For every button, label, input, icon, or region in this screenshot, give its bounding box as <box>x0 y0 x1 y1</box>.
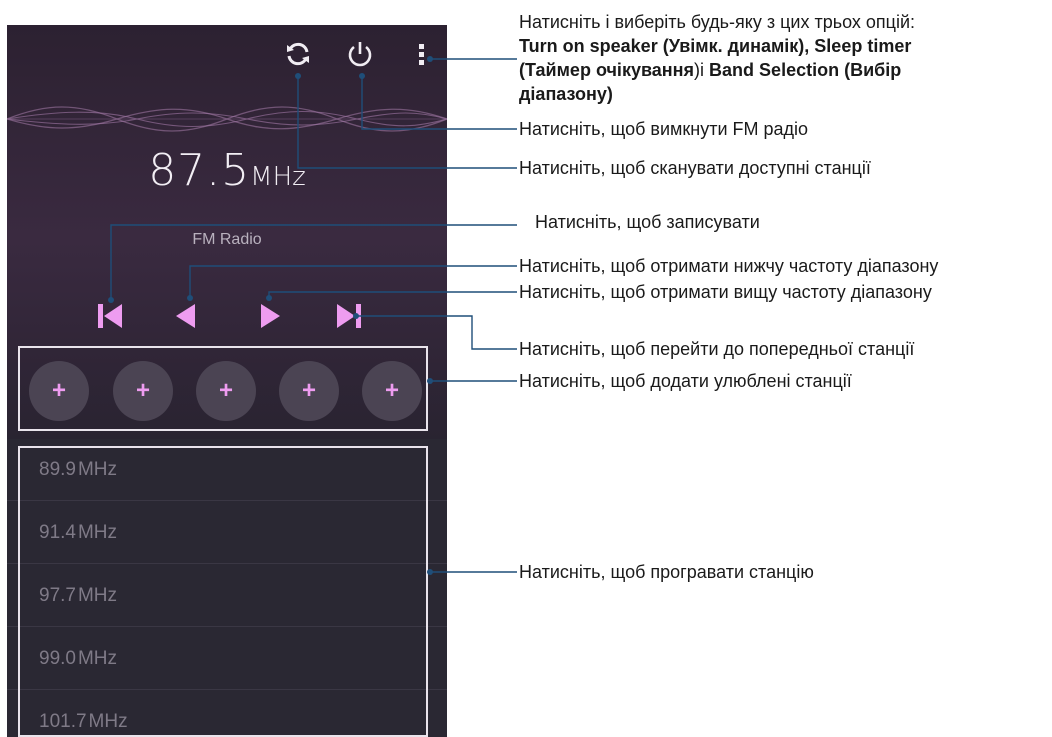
station-unit: MHz <box>77 521 118 543</box>
more-vertical-icon <box>412 39 432 74</box>
station-item[interactable]: 99.0 MHz <box>7 628 447 690</box>
favorites-callout: Натисніть, щоб додати улюблені станції <box>519 371 852 391</box>
station-unit: MHz <box>77 584 118 606</box>
record-button[interactable] <box>94 301 128 331</box>
higher-callout: Натисніть, щоб отримати вищу частоту діа… <box>519 282 932 302</box>
menu-callout-option-1: Turn on speaker (Увімк. динамік), Sleep … <box>519 36 912 56</box>
skip-last-icon <box>333 304 367 335</box>
record-callout: Натисніть, щоб записувати <box>535 212 760 232</box>
menu-button[interactable] <box>405 39 439 73</box>
power-button[interactable] <box>343 39 377 73</box>
triangle-left-icon <box>168 304 202 335</box>
station-frequency: 99.0 <box>39 647 76 669</box>
triangle-right-icon <box>256 304 290 335</box>
station-unit: MHz <box>77 647 118 669</box>
station-frequency: 97.7 <box>39 584 76 606</box>
station-frequency: 89.9 <box>39 458 76 480</box>
add-favorite-button[interactable]: + <box>113 361 173 421</box>
station-item[interactable]: 89.9 MHz <box>7 439 447 501</box>
station-list: 89.9 MHz 91.4 MHz 97.7 MHz 99.0 MHz 101.7 MHz <box>7 439 447 737</box>
menu-callout: Натисніть і виберіть будь-яку з цих трьо… <box>519 10 1047 106</box>
higher-frequency-button[interactable] <box>256 301 290 331</box>
frequency-value: 87.5 <box>148 145 251 196</box>
current-frequency: 87.5MHz <box>7 145 447 196</box>
station-item[interactable]: 97.7 MHz <box>7 565 447 627</box>
station-item[interactable]: 101.7 MHz <box>7 691 447 737</box>
menu-callout-option-2c: Band Selection (Вибір <box>709 60 902 80</box>
previous-callout: Натисніть, щоб перейти до попередньої ст… <box>519 339 915 359</box>
waveform-graphic <box>7 106 447 132</box>
station-unit: MHz <box>88 711 128 732</box>
fm-radio-screen: 87.5MHz FM Radio + + + + + 89.9 MHz 91.4… <box>7 25 447 737</box>
skip-first-icon <box>94 304 128 335</box>
menu-callout-option-2a: (Таймер очікування <box>519 60 695 80</box>
menu-callout-option-2b: )і <box>694 60 710 80</box>
scan-button[interactable] <box>281 39 315 73</box>
scan-callout: Натисніть, щоб сканувати доступні станці… <box>519 158 871 178</box>
menu-callout-option-3: діапазону) <box>519 84 613 104</box>
lower-frequency-button[interactable] <box>168 301 202 331</box>
power-callout: Натисніть, щоб вимкнути FM радіо <box>519 119 809 139</box>
refresh-icon <box>283 39 313 74</box>
favorites-row: + + + + + <box>19 347 439 433</box>
add-favorite-button[interactable]: + <box>279 361 339 421</box>
menu-callout-intro: Натисніть і виберіть будь-яку з цих трьо… <box>519 12 916 32</box>
station-unit: MHz <box>77 458 118 480</box>
station-frequency: 91.4 <box>39 521 76 543</box>
band-label: FM Radio <box>192 231 262 248</box>
add-favorite-button[interactable]: + <box>196 361 256 421</box>
lower-callout: Натисніть, щоб отримати нижчу частоту ді… <box>519 256 939 276</box>
power-icon <box>345 39 375 74</box>
previous-station-button[interactable] <box>333 301 367 331</box>
frequency-unit: MHz <box>250 162 306 192</box>
station-item[interactable]: 91.4 MHz <box>7 502 447 564</box>
play-callout: Натисніть, щоб програвати станцію <box>519 562 814 582</box>
add-favorite-button[interactable]: + <box>29 361 89 421</box>
station-frequency: 101.7 <box>39 711 87 732</box>
add-favorite-button[interactable]: + <box>362 361 422 421</box>
